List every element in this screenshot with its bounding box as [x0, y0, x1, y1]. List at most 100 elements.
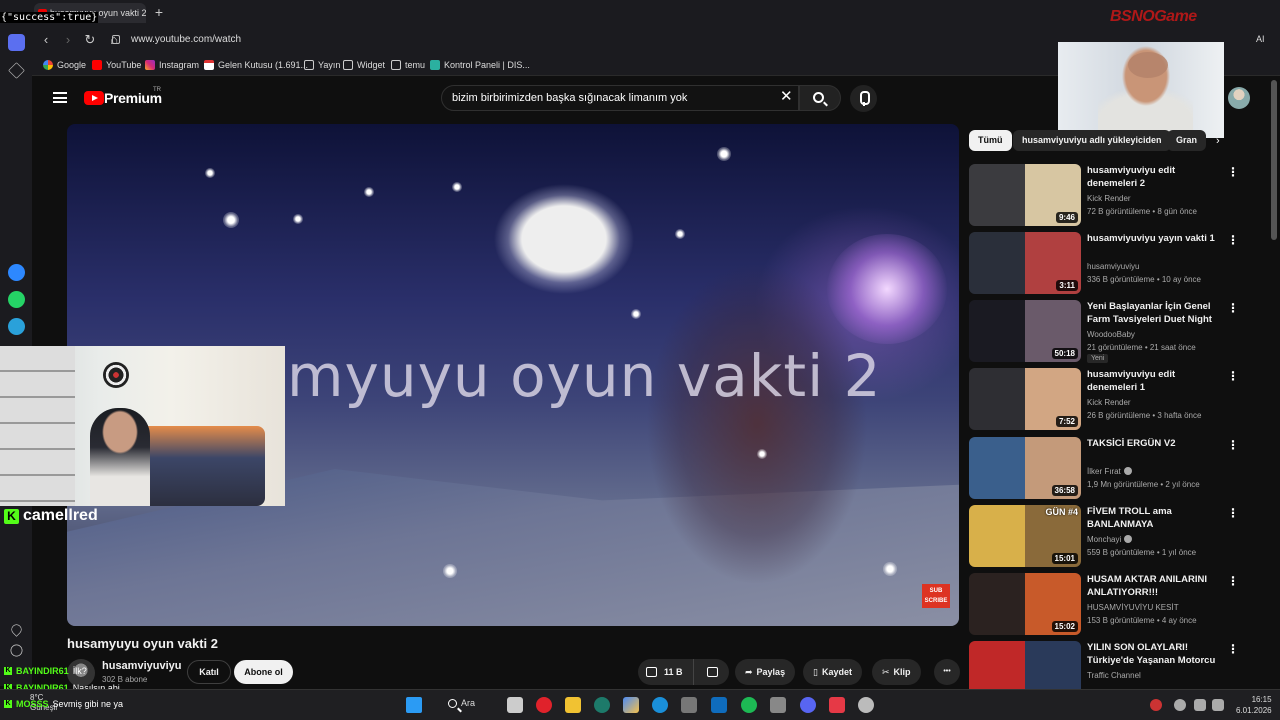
clear-search-icon[interactable]: ✕ — [780, 89, 793, 105]
home-icon[interactable] — [8, 34, 25, 51]
account-avatar[interactable] — [1228, 87, 1250, 109]
more-options-icon[interactable]: ⋮ — [1227, 166, 1239, 180]
recommendation-item[interactable]: 9:46 husamviyuviyu edit denemeleri 2 Kick … — [969, 164, 1254, 226]
chevron-right-icon[interactable]: › — [1216, 135, 1220, 147]
recommendation-channel[interactable]: Monchayi — [1087, 535, 1133, 544]
recommendation-channel[interactable]: Kick Render — [1087, 398, 1131, 407]
bookmark-gmail[interactable]: Gelen Kutusu (1.691... — [204, 60, 308, 70]
youtube-logo-icon[interactable] — [84, 91, 104, 105]
video-thumbnail[interactable]: 36:58 — [969, 437, 1081, 499]
dislike-button[interactable] — [698, 659, 728, 685]
opera-icon[interactable] — [536, 697, 552, 713]
recommendation-channel[interactable]: husamviyuviyu — [1087, 262, 1139, 271]
mic-icon[interactable] — [1174, 699, 1186, 711]
history-icon[interactable] — [10, 644, 23, 657]
forward-icon[interactable]: › — [60, 32, 76, 48]
bookmark-instagram[interactable]: Instagram — [145, 60, 199, 70]
file-explorer-icon[interactable] — [565, 697, 581, 713]
video-thumbnail[interactable]: 9:46 — [969, 164, 1081, 226]
save-button[interactable]: ▯ Kaydet — [803, 659, 862, 685]
reload-icon[interactable]: ↻ — [82, 32, 98, 48]
heart-icon[interactable] — [9, 622, 24, 637]
store-icon[interactable] — [681, 697, 697, 713]
more-options-icon[interactable]: ⋮ — [1227, 643, 1239, 657]
steam-icon[interactable] — [770, 697, 786, 713]
back-icon[interactable]: ‹ — [38, 32, 54, 48]
bookmark-temu[interactable]: temu — [391, 60, 425, 70]
bookmark-google[interactable]: Google — [43, 60, 86, 70]
clip-button[interactable]: ✂ Klip — [872, 659, 921, 685]
recommendation-item[interactable]: 15:02 HUSAM AKTAR ANILARINI ANLATIYORR!!!… — [969, 573, 1254, 635]
recommendation-title[interactable]: husamviyuviyu edit denemeleri 1 — [1087, 368, 1217, 394]
recommendation-title[interactable]: YILIN SON OLAYLARI! Türkiye'de Yaşanan M… — [1087, 641, 1217, 668]
channel-name[interactable]: husamviyuviyu — [102, 660, 181, 672]
voice-search-icon[interactable] — [850, 85, 877, 112]
bookmark-widget[interactable]: Widget — [343, 60, 385, 70]
video-thumbnail[interactable]: 7:52 — [969, 368, 1081, 430]
settings-icon[interactable] — [858, 697, 874, 713]
recommendation-channel[interactable]: WoodooBaby — [1087, 330, 1135, 339]
recommendation-item[interactable]: 50:18 Yeni Başlayanlar İçin Genel Farm Ta… — [969, 300, 1254, 363]
telegram-icon[interactable] — [8, 318, 25, 335]
more-actions-button[interactable]: ••• — [934, 659, 960, 685]
chip-all[interactable]: Tümü — [969, 130, 1012, 151]
new-tab-button[interactable]: + — [152, 5, 166, 19]
messenger-icon[interactable] — [8, 264, 25, 281]
search-button[interactable] — [799, 85, 841, 111]
app-icon[interactable] — [829, 697, 845, 713]
star-icon[interactable] — [8, 62, 25, 79]
recommendation-item[interactable]: 7:52 husamviyuviyu edit denemeleri 1 Kick … — [969, 368, 1254, 430]
more-options-icon[interactable]: ⋮ — [1227, 234, 1239, 248]
url-field[interactable]: www.youtube.com/watch — [131, 34, 241, 45]
edge-icon[interactable] — [652, 697, 668, 713]
recommendation-title[interactable]: husamviyuviyu yayın vakti 1 — [1087, 232, 1217, 245]
recommendation-title[interactable]: HUSAM AKTAR ANILARINI ANLATIYORR!!! — [1087, 573, 1217, 599]
taskbar-search[interactable]: Ara — [448, 698, 475, 708]
bookmark-kontrol-paneli[interactable]: Kontrol Paneli | DIS... — [430, 60, 530, 70]
share-button[interactable]: ➦ Paylaş — [735, 659, 796, 685]
recommendation-channel[interactable]: HUSAMVİYUVİYU KESİT — [1087, 603, 1179, 612]
bookmark-youtube[interactable]: YouTube — [92, 60, 141, 70]
discord-icon[interactable] — [800, 697, 816, 713]
photos-icon[interactable] — [623, 697, 639, 713]
clock[interactable]: 16:15 6.01.2026 — [1236, 694, 1272, 716]
more-options-icon[interactable]: ⋮ — [1227, 370, 1239, 384]
subscribe-button[interactable]: Abone ol — [234, 660, 293, 684]
video-thumbnail[interactable]: 50:18 — [969, 300, 1081, 362]
recommendation-item[interactable]: 3:11 husamviyuviyu yayın vakti 1 husamviyu… — [969, 232, 1254, 294]
recommendation-channel[interactable]: Kick Render — [1087, 194, 1131, 203]
recommendation-channel[interactable]: İlker Fırat — [1087, 467, 1132, 476]
recommendation-title[interactable]: husamviyuviyu edit denemeleri 2 — [1087, 164, 1217, 190]
video-thumbnail[interactable]: 3:11 — [969, 232, 1081, 294]
wifi-icon[interactable] — [1194, 699, 1206, 711]
recommendation-title[interactable]: FİVEM TROLL ama BANLANMAYA ÇALIŞIYORUM .… — [1087, 505, 1217, 532]
volume-icon[interactable] — [1212, 699, 1224, 711]
recommendation-title[interactable]: TAKSİCİ ERGÜN V2 — [1087, 437, 1217, 450]
mail-icon[interactable] — [711, 697, 727, 713]
menu-icon[interactable] — [53, 92, 67, 103]
more-options-icon[interactable]: ⋮ — [1227, 575, 1239, 589]
more-options-icon[interactable]: ⋮ — [1227, 302, 1239, 316]
search-query[interactable]: bizim birbirimizden başka sığınacak lima… — [452, 92, 687, 104]
tray-icon[interactable] — [1150, 699, 1162, 711]
more-options-icon[interactable]: ⋮ — [1227, 439, 1239, 453]
windows-start-icon[interactable] — [406, 697, 422, 713]
recommendation-title[interactable]: Yeni Başlayanlar İçin Genel Farm Tavsiye… — [1087, 300, 1217, 327]
recommendation-item[interactable]: GÜN #4 15:01 FİVEM TROLL ama BANLANMAYA ÇA… — [969, 505, 1254, 567]
scrollbar[interactable] — [1271, 80, 1277, 240]
more-options-icon[interactable]: ⋮ — [1227, 507, 1239, 521]
chip-uploader[interactable]: husamviyuviyu adlı yükleyiciden — [1013, 130, 1171, 151]
app-icon[interactable] — [594, 697, 610, 713]
task-view-icon[interactable] — [507, 697, 523, 713]
video-thumbnail[interactable]: GÜN #4 15:01 — [969, 505, 1081, 567]
recommendation-channel[interactable]: Traffic Channel — [1087, 671, 1141, 680]
chip-more[interactable]: Gran — [1167, 130, 1207, 151]
video-thumbnail[interactable]: 15:02 — [969, 573, 1081, 635]
recommendation-item[interactable]: 36:58 TAKSİCİ ERGÜN V2 İlker Fırat 1,9 Mn g… — [969, 437, 1254, 499]
join-button[interactable]: Katıl — [187, 660, 231, 684]
like-button[interactable]: 11 B — [638, 659, 694, 685]
bookmark-yayin[interactable]: Yayın — [304, 60, 340, 70]
ai-extension-label[interactable]: AI — [1256, 34, 1265, 44]
whatsapp-icon[interactable] — [8, 291, 25, 308]
spotify-icon[interactable] — [741, 697, 757, 713]
